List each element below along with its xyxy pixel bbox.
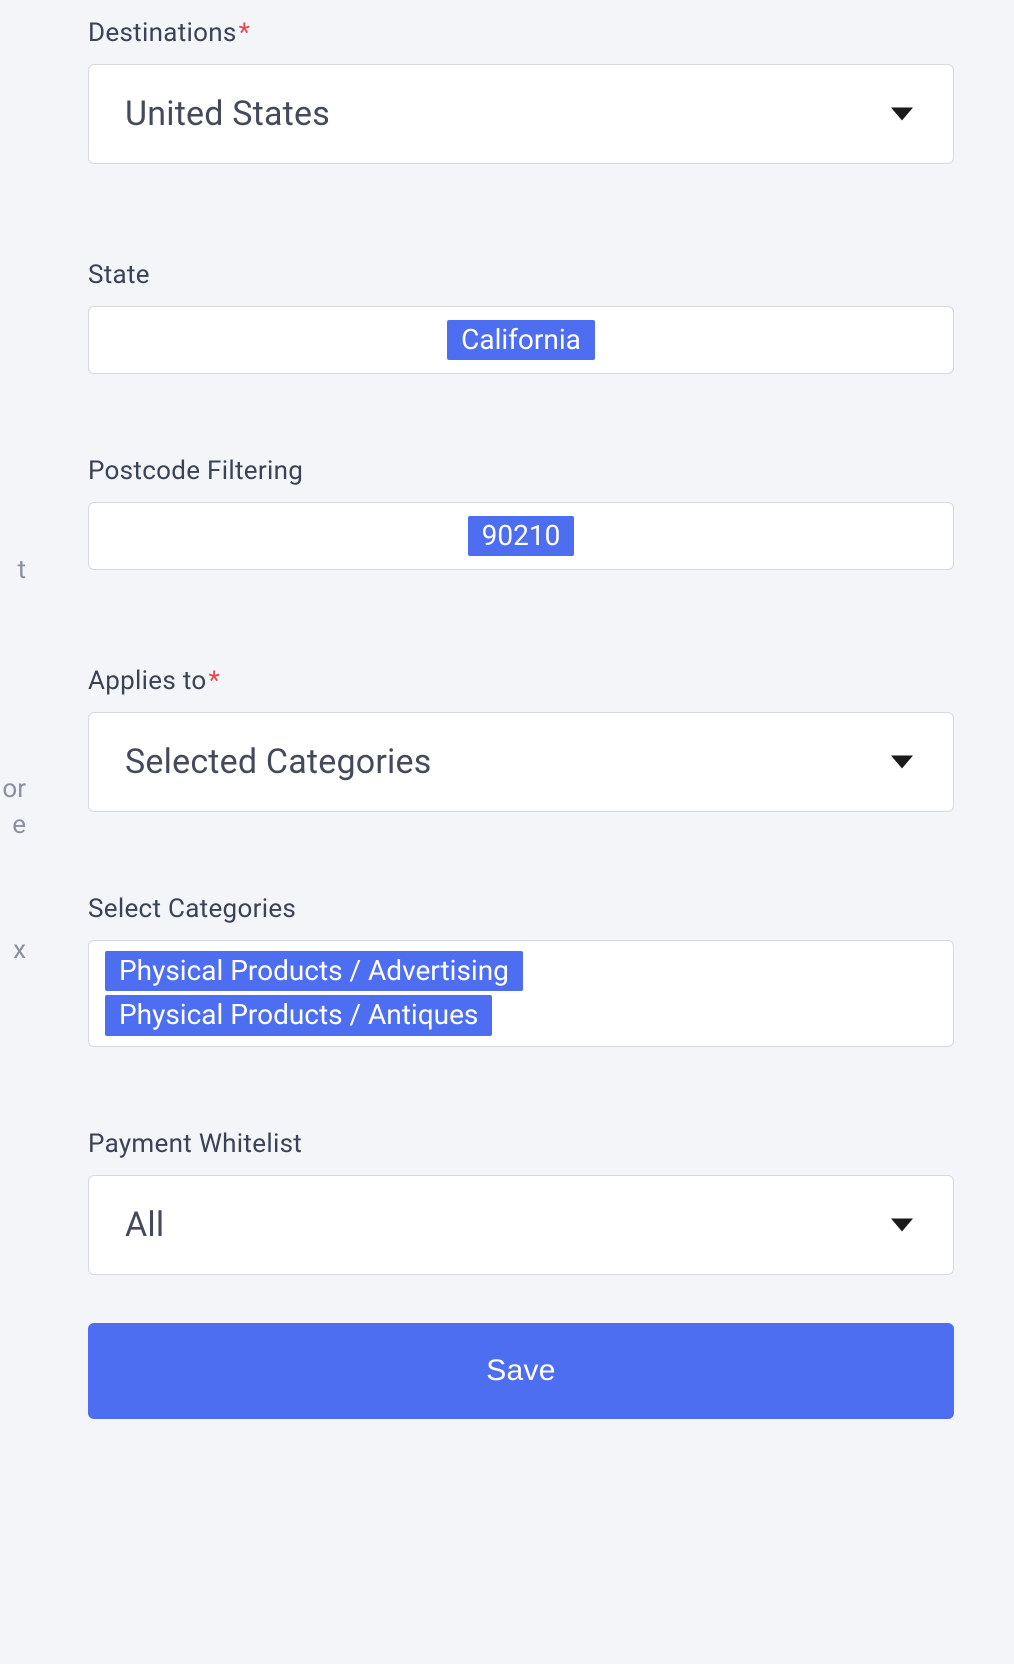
applies-to-label: Applies to*: [88, 666, 954, 696]
sidebar-text-fragment: t: [17, 555, 26, 585]
applies-to-value: Selected Categories: [125, 742, 432, 782]
left-sidebar-edge: t or e x: [0, 0, 28, 1664]
destinations-value: United States: [125, 94, 330, 134]
destinations-label: Destinations*: [88, 18, 954, 48]
state-label: State: [88, 260, 954, 290]
applies-to-group: Applies to* Selected Categories: [88, 666, 954, 812]
payment-whitelist-label: Payment Whitelist: [88, 1129, 954, 1159]
payment-whitelist-group: Payment Whitelist All: [88, 1129, 954, 1275]
category-tag[interactable]: Physical Products / Advertising: [105, 951, 523, 991]
required-indicator: *: [209, 666, 221, 696]
state-input[interactable]: California: [88, 306, 954, 374]
payment-whitelist-value: All: [125, 1205, 164, 1245]
state-tag[interactable]: California: [447, 320, 595, 360]
select-categories-input[interactable]: Physical Products / Advertising Physical…: [88, 940, 954, 1047]
applies-to-select[interactable]: Selected Categories: [88, 712, 954, 812]
chevron-down-icon: [891, 1218, 913, 1231]
chevron-down-icon: [891, 108, 913, 121]
payment-whitelist-select[interactable]: All: [88, 1175, 954, 1275]
postcode-group: Postcode Filtering 90210: [88, 456, 954, 570]
select-categories-label: Select Categories: [88, 894, 954, 924]
sidebar-text-fragment: e: [12, 810, 26, 840]
required-indicator: *: [239, 18, 251, 48]
destinations-group: Destinations* United States: [88, 18, 954, 164]
category-tag[interactable]: Physical Products / Antiques: [105, 995, 492, 1035]
select-categories-group: Select Categories Physical Products / Ad…: [88, 894, 954, 1047]
postcode-input[interactable]: 90210: [88, 502, 954, 570]
state-group: State California: [88, 260, 954, 374]
postcode-label: Postcode Filtering: [88, 456, 954, 486]
sidebar-text-fragment: or: [2, 774, 26, 804]
chevron-down-icon: [891, 756, 913, 769]
save-button[interactable]: Save: [88, 1323, 954, 1419]
postcode-tag[interactable]: 90210: [468, 516, 575, 556]
form-panel: Destinations* United States State Califo…: [28, 0, 1014, 1664]
sidebar-text-fragment: x: [13, 935, 26, 965]
destinations-select[interactable]: United States: [88, 64, 954, 164]
